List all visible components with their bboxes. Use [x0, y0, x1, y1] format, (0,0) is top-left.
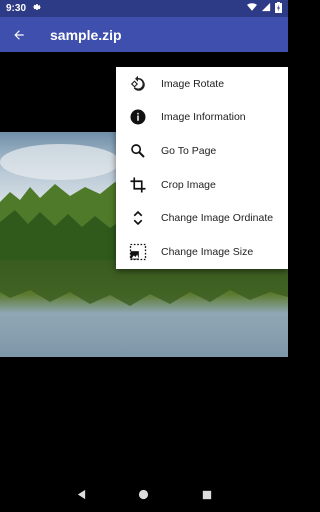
status-bar: 9:30 [0, 0, 288, 17]
image-viewer[interactable]: Image Rotate Image Information Go To Pag… [0, 52, 288, 477]
battery-icon [275, 1, 282, 16]
image-size-icon [128, 242, 148, 262]
back-nav-icon[interactable] [73, 487, 89, 503]
menu-item-change-image-ordinate[interactable]: Change Image Ordinate [116, 201, 288, 235]
menu-item-label: Go To Page [161, 144, 217, 157]
recents-nav-icon[interactable] [199, 487, 215, 503]
menu-item-label: Image Rotate [161, 77, 225, 90]
menu-item-label: Image Information [161, 111, 246, 124]
ordinate-icon [128, 208, 148, 228]
navigation-bar [0, 477, 288, 512]
crop-icon [128, 175, 148, 195]
menu-item-image-rotate[interactable]: Image Rotate [116, 67, 288, 101]
menu-item-crop-image[interactable]: Crop Image [116, 168, 288, 202]
overflow-menu: Image Rotate Image Information Go To Pag… [116, 67, 288, 269]
rotate-icon [128, 74, 148, 94]
menu-item-label: Change Image Ordinate [161, 212, 274, 225]
info-icon [128, 107, 148, 127]
signal-icon [261, 2, 271, 15]
app-bar: sample.zip [0, 17, 288, 52]
menu-item-image-information[interactable]: Image Information [116, 101, 288, 135]
menu-item-label: Change Image Size [161, 245, 254, 258]
home-nav-icon[interactable] [136, 487, 152, 503]
status-time: 9:30 [6, 3, 27, 14]
menu-item-go-to-page[interactable]: Go To Page [116, 134, 288, 168]
settings-icon [32, 2, 42, 15]
back-arrow-icon[interactable] [0, 17, 38, 52]
menu-item-label: Crop Image [161, 178, 216, 191]
wifi-icon [247, 2, 257, 15]
page-title: sample.zip [50, 26, 122, 43]
search-icon [128, 141, 148, 161]
menu-item-change-image-size[interactable]: Change Image Size [116, 235, 288, 269]
